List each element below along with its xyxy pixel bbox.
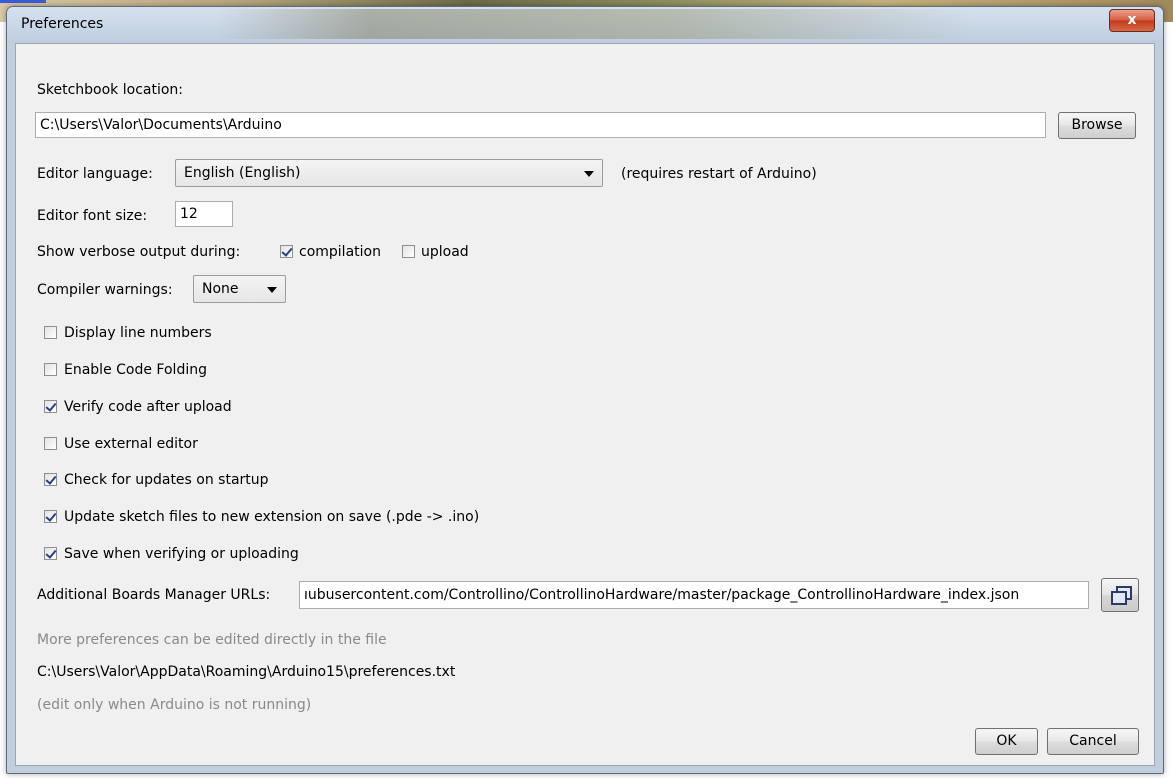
cancel-button[interactable]: Cancel bbox=[1047, 728, 1139, 755]
boards-manager-url-value: ıubusercontent.com/Controllino/Controlli… bbox=[304, 587, 1020, 603]
boards-url-editor-button[interactable] bbox=[1101, 578, 1139, 612]
compiler-warnings-select[interactable]: None bbox=[193, 275, 286, 303]
external-editor-checkbox[interactable] bbox=[44, 437, 57, 450]
display-line-numbers-label: Display line numbers bbox=[64, 325, 212, 341]
external-editor-label: Use external editor bbox=[64, 436, 198, 452]
windows-icon-front bbox=[1111, 591, 1127, 605]
browse-button[interactable]: Browse bbox=[1058, 112, 1136, 139]
title-bar-glass bbox=[217, 9, 977, 39]
editor-language-label: Editor language: bbox=[37, 166, 153, 182]
prefs-file-path: C:\Users\Valor\AppData\Roaming\Arduino15… bbox=[37, 664, 456, 680]
verbose-label: Show verbose output during: bbox=[37, 244, 241, 260]
edit-only-note: (edit only when Arduino is not running) bbox=[37, 697, 312, 713]
ok-button[interactable]: OK bbox=[975, 728, 1038, 755]
preferences-window: Preferences x Sketchbook location: C:\Us… bbox=[6, 6, 1164, 774]
chevron-down-icon bbox=[584, 171, 594, 177]
verify-after-upload-checkbox[interactable] bbox=[44, 400, 57, 413]
update-extension-label: Update sketch files to new extension on … bbox=[64, 509, 480, 525]
window-title: Preferences bbox=[21, 16, 104, 32]
sketchbook-label: Sketchbook location: bbox=[37, 82, 184, 98]
editor-language-value: English (English) bbox=[184, 165, 301, 181]
enable-code-folding-checkbox[interactable] bbox=[44, 363, 57, 376]
compilation-checkbox[interactable] bbox=[280, 245, 293, 258]
check-updates-label: Check for updates on startup bbox=[64, 472, 269, 488]
desktop-link-fragment bbox=[0, 0, 46, 3]
editor-language-select[interactable]: English (English) bbox=[175, 159, 603, 187]
save-on-verify-label: Save when verifying or uploading bbox=[64, 546, 299, 562]
display-line-numbers-checkbox[interactable] bbox=[44, 326, 57, 339]
title-bar[interactable]: Preferences x bbox=[7, 7, 1163, 43]
chevron-down-icon bbox=[267, 287, 277, 293]
sketchbook-path-input[interactable]: C:\Users\Valor\Documents\Arduino bbox=[35, 112, 1046, 138]
check-updates-checkbox[interactable] bbox=[44, 473, 57, 486]
save-on-verify-checkbox[interactable] bbox=[44, 547, 57, 560]
preferences-panel: Sketchbook location: C:\Users\Valor\Docu… bbox=[15, 43, 1155, 766]
boards-manager-url-input[interactable]: ıubusercontent.com/Controllino/Controlli… bbox=[299, 581, 1089, 609]
restart-note: (requires restart of Arduino) bbox=[621, 166, 817, 182]
close-icon: x bbox=[1127, 12, 1137, 28]
font-size-input[interactable]: 12 bbox=[175, 201, 233, 227]
upload-label: upload bbox=[421, 244, 469, 260]
compilation-label: compilation bbox=[299, 244, 381, 260]
font-size-label: Editor font size: bbox=[37, 208, 148, 224]
upload-checkbox[interactable] bbox=[402, 245, 415, 258]
compiler-warnings-label: Compiler warnings: bbox=[37, 282, 173, 298]
verify-after-upload-label: Verify code after upload bbox=[64, 399, 232, 415]
compiler-warnings-value: None bbox=[202, 281, 239, 297]
more-prefs-note: More preferences can be edited directly … bbox=[37, 632, 387, 648]
boards-manager-label: Additional Boards Manager URLs: bbox=[37, 587, 271, 603]
close-button[interactable]: x bbox=[1109, 9, 1155, 32]
update-extension-checkbox[interactable] bbox=[44, 510, 57, 523]
enable-code-folding-label: Enable Code Folding bbox=[64, 362, 207, 378]
